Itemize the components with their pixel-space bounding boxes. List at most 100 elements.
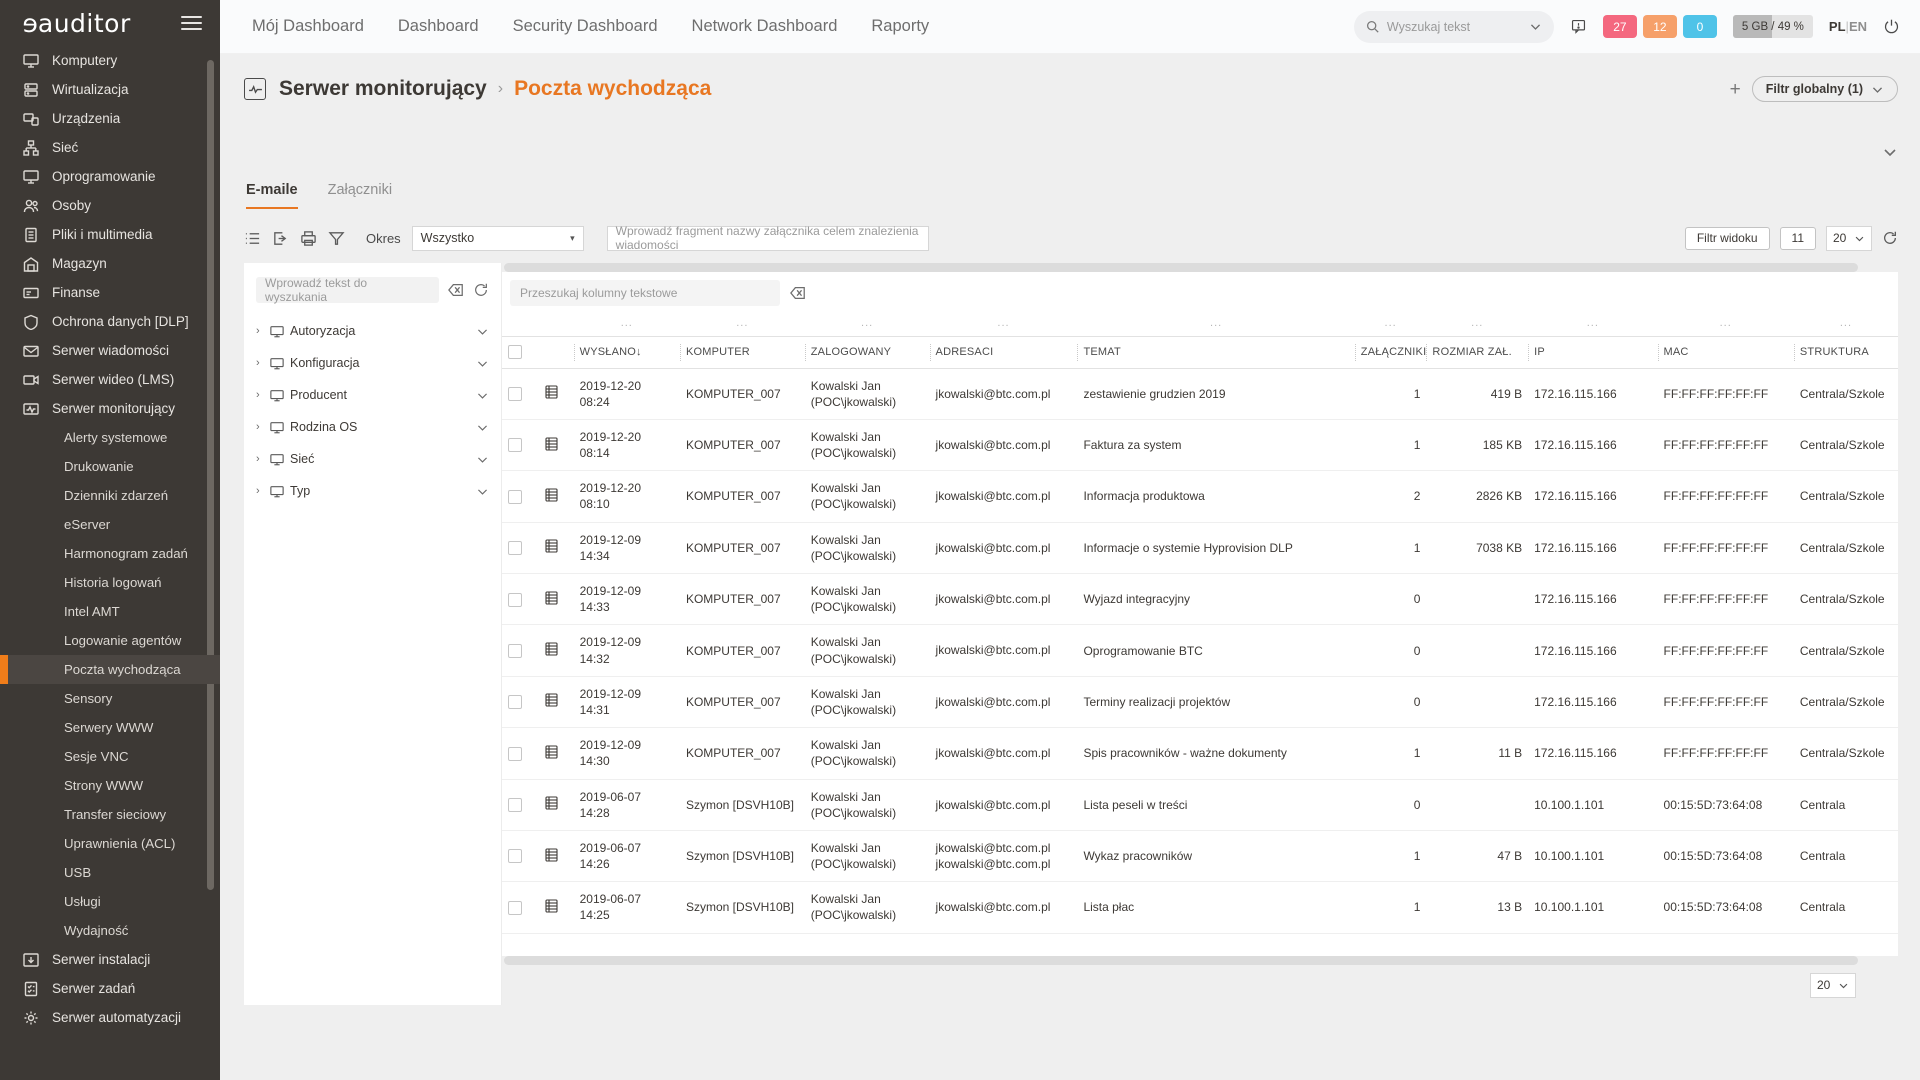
- sidebar-item-magazyn[interactable]: Magazyn: [0, 249, 220, 278]
- cell-mac[interactable]: FF:FF:FF:FF:FF:FF: [1657, 419, 1794, 472]
- column-header-ip[interactable]: IP: [1528, 335, 1658, 369]
- lang-active[interactable]: PL: [1829, 19, 1846, 34]
- table-row[interactable]: 2019-12-09 14:33 KOMPUTER_007 Kowalski Jan (…: [502, 573, 1898, 626]
- cell-computer[interactable]: KOMPUTER_007: [679, 522, 805, 575]
- cell-logged[interactable]: Kowalski Jan (POC\jkowalski): [804, 624, 930, 677]
- cell-logged[interactable]: Kowalski Jan (POC\jkowalski): [804, 727, 930, 780]
- sidebar-subitem-historia-logowa[interactable]: Historia logowań: [0, 568, 220, 597]
- cell-mac[interactable]: FF:FF:FF:FF:FF:FF: [1657, 470, 1794, 523]
- sidebar-item-ochrona-danych-dlp[interactable]: Ochrona danych [DLP]: [0, 307, 220, 336]
- list-settings-icon[interactable]: [244, 230, 261, 247]
- cell-attachments[interactable]: 1: [1354, 830, 1427, 883]
- app-logo[interactable]: eauditor: [22, 9, 131, 38]
- table-row[interactable]: 2019-12-09 14:30 KOMPUTER_007 Kowalski Jan(…: [502, 727, 1898, 780]
- breadcrumb-parent[interactable]: Serwer monitorujący: [279, 77, 487, 101]
- cell-computer[interactable]: Szymon [DSVH10B]: [679, 779, 805, 831]
- cell-mac[interactable]: FF:FF:FF:FF:FF:FF: [1657, 573, 1794, 626]
- column-header-computer[interactable]: KOMPUTER: [679, 335, 805, 369]
- cell-mac[interactable]: FF:FF:FF:FF:FF:FF: [1657, 624, 1794, 677]
- column-header-subject[interactable]: TEMAT: [1077, 335, 1355, 369]
- sidebar-subitem-eserver[interactable]: eServer: [0, 510, 220, 539]
- details-icon[interactable]: [545, 693, 558, 710]
- column-header-logged[interactable]: ZALOGOWANY: [804, 335, 930, 369]
- row-checkbox[interactable]: [508, 387, 522, 402]
- sidebar-subitem-poczta-wychodz-ca[interactable]: Poczta wychodząca: [0, 655, 220, 684]
- cell-attachments[interactable]: 1: [1354, 881, 1427, 934]
- topnav-item-network-dashboard[interactable]: Network Dashboard: [692, 17, 838, 36]
- page-size-select[interactable]: 20: [1826, 225, 1872, 251]
- column-menu-dots[interactable]: ...: [1077, 314, 1354, 336]
- filter-tree-node[interactable]: › Konfiguracja: [256, 353, 489, 373]
- column-header-recipients[interactable]: ADRESACI: [929, 335, 1078, 369]
- global-filter-button[interactable]: Filtr globalny (1): [1751, 76, 1898, 102]
- cell-computer[interactable]: KOMPUTER_007: [679, 573, 805, 626]
- chevron-down-icon[interactable]: [476, 357, 489, 370]
- row-checkbox[interactable]: [508, 489, 522, 504]
- language-switcher[interactable]: PL|EN: [1829, 19, 1867, 34]
- table-row[interactable]: 2019-12-09 14:31 KOMPUTER_007 Kowalski Jan(…: [502, 676, 1898, 729]
- row-checkbox[interactable]: [508, 643, 522, 658]
- period-select[interactable]: Wszystko ▾: [411, 225, 584, 251]
- sidebar-subitem-logowanie-agent-w[interactable]: Logowanie agentów: [0, 626, 220, 655]
- menu-toggle-icon[interactable]: [177, 12, 206, 34]
- storage-indicator[interactable]: 5 GB / 49 %: [1732, 15, 1813, 38]
- table-row[interactable]: 2019-12-20 08:10 KOMPUTER_007 Kowalski Jan(…: [502, 470, 1898, 523]
- column-menu-dots[interactable]: ...: [1355, 314, 1427, 336]
- sidebar-item-serwer-wiadomo-ci[interactable]: Serwer wiadomości: [0, 336, 220, 365]
- clear-icon[interactable]: [790, 285, 806, 301]
- cell-mac[interactable]: 00:15:5D:73:64:08: [1657, 881, 1794, 934]
- lang-other[interactable]: EN: [1849, 19, 1867, 34]
- sidebar-item-urz-dzenia[interactable]: Urządzenia: [0, 104, 220, 133]
- cell-attachments[interactable]: 1: [1354, 368, 1427, 420]
- sidebar-item-osoby[interactable]: Osoby: [0, 191, 220, 220]
- cell-computer[interactable]: Szymon [DSVH10B]: [679, 830, 805, 883]
- cell-logged[interactable]: Kowalski Jan (POC\jkowalski): [804, 573, 930, 626]
- cell-logged[interactable]: Kowalski Jan (POC\jkowalski): [804, 881, 930, 934]
- global-search-input[interactable]: Wyszukaj tekst: [1353, 10, 1554, 43]
- row-checkbox[interactable]: [508, 592, 522, 607]
- cell-attachments[interactable]: 1: [1354, 419, 1427, 472]
- cell-computer[interactable]: KOMPUTER_007: [679, 368, 805, 420]
- cell-mac[interactable]: 00:15:5D:73:64:08: [1657, 779, 1794, 831]
- chevron-down-icon[interactable]: [476, 485, 489, 498]
- attachment-search-input[interactable]: Wprowadź fragment nazwy załącznika celem…: [606, 224, 929, 252]
- cell-attachments[interactable]: 1: [1354, 727, 1427, 780]
- sidebar-subitem-serwery-www[interactable]: Serwery WWW: [0, 713, 220, 742]
- chevron-right-icon[interactable]: ›: [256, 453, 270, 465]
- chevron-right-icon[interactable]: ›: [256, 389, 270, 401]
- cell-logged[interactable]: Kowalski Jan (POC\jkowalski): [804, 419, 930, 472]
- notifications-icon[interactable]: [1570, 18, 1587, 35]
- cell-logged[interactable]: Kowalski Jan (POC\jkowalski): [804, 470, 930, 523]
- column-menu-dots[interactable]: ...: [1528, 314, 1657, 336]
- tab-za-czniki[interactable]: Załączniki: [328, 182, 392, 209]
- sidebar-subitem-harmonogram-zada[interactable]: Harmonogram zadań: [0, 539, 220, 568]
- details-icon[interactable]: [545, 899, 558, 916]
- sidebar-subitem-sesje-vnc[interactable]: Sesje VNC: [0, 742, 220, 771]
- filter-tree-node[interactable]: › Producent: [256, 385, 489, 405]
- sidebar-subitem-sensory[interactable]: Sensory: [0, 684, 220, 713]
- sidebar-subitem-transfer-sieciowy[interactable]: Transfer sieciowy: [0, 800, 220, 829]
- row-checkbox[interactable]: [508, 695, 522, 710]
- logout-button[interactable]: [1883, 18, 1900, 35]
- column-menu-dots[interactable]: ...: [1426, 314, 1528, 336]
- filter-search-input[interactable]: Wprowadź tekst do wyszukania: [256, 276, 439, 304]
- sidebar-subitem-us-ugi[interactable]: Usługi: [0, 887, 220, 916]
- sidebar-item-serwer-instalacji[interactable]: Serwer instalacji: [0, 945, 220, 974]
- sidebar-subitem-drukowanie[interactable]: Drukowanie: [0, 452, 220, 481]
- table-row[interactable]: 2019-12-20 08:14 KOMPUTER_007 Kowalski Jan (…: [502, 419, 1898, 472]
- sidebar-item-oprogramowanie[interactable]: Oprogramowanie: [0, 162, 220, 191]
- cell-mac[interactable]: FF:FF:FF:FF:FF:FF: [1657, 727, 1794, 780]
- cell-computer[interactable]: KOMPUTER_007: [679, 419, 805, 472]
- cell-logged[interactable]: Kowalski Jan (POC\jkowalski): [804, 368, 930, 420]
- sort-arrow-icon[interactable]: ↓: [636, 346, 642, 358]
- chevron-right-icon[interactable]: ›: [256, 485, 270, 497]
- chevron-down-icon[interactable]: [1529, 20, 1542, 33]
- filter-tree-node[interactable]: › Autoryzacja: [256, 321, 489, 341]
- cell-logged[interactable]: Kowalski Jan (POC\jkowalski): [804, 676, 930, 729]
- sidebar-subitem-uprawnienia-acl[interactable]: Uprawnienia (ACL): [0, 829, 220, 858]
- row-checkbox[interactable]: [508, 746, 522, 761]
- cell-attachments[interactable]: 2: [1354, 470, 1427, 523]
- sidebar-subitem-intel-amt[interactable]: Intel AMT: [0, 597, 220, 626]
- filter-tree-node[interactable]: › Typ: [256, 481, 489, 501]
- chevron-down-icon[interactable]: [1882, 144, 1898, 160]
